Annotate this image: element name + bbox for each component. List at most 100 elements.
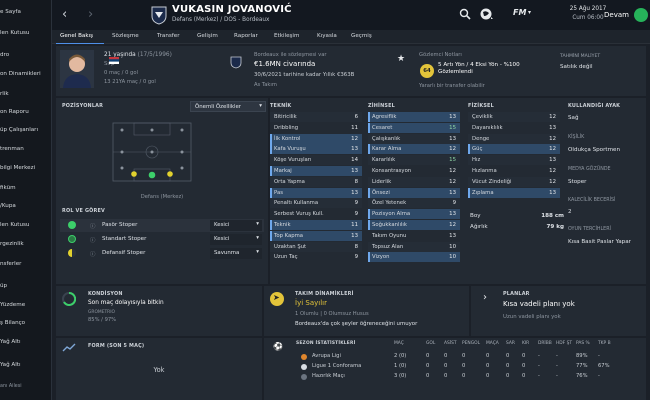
attribute-row[interactable]: Markaj 13 bbox=[270, 166, 362, 176]
sidebar-item[interactable]: len Kutusu bbox=[0, 30, 29, 36]
season-column-header[interactable]: SAR bbox=[506, 341, 515, 346]
attribute-row[interactable]: Çalışkanlık 13 bbox=[368, 133, 460, 144]
attribute-row[interactable]: Hız 13 bbox=[468, 155, 560, 166]
sidebar-item[interactable]: dro bbox=[0, 52, 9, 58]
sidebar-item[interactable]: nsferler bbox=[0, 261, 21, 267]
tab-compare[interactable]: Kıyasla bbox=[317, 33, 337, 39]
competition-name[interactable]: Ligue 1 Conforama bbox=[312, 363, 361, 369]
forward-arrow-icon[interactable]: › bbox=[88, 7, 93, 22]
form-header[interactable]: FORM (SON 5 MAÇ) bbox=[88, 343, 144, 349]
fm-logo[interactable]: FM bbox=[513, 8, 526, 17]
tab-interaction[interactable]: Etkileşim bbox=[274, 33, 299, 39]
season-column-header[interactable]: TKP B bbox=[598, 341, 611, 346]
duty-dropdown[interactable]: Kesici ▾ bbox=[210, 234, 262, 245]
attribute-row[interactable]: Uzun Taç 9 bbox=[270, 252, 362, 262]
role-row[interactable]: ⓘ Pasör Stoper Kesici ▾ bbox=[60, 219, 264, 232]
role-row[interactable]: ⓘ Defansif Stoper Savunma ▾ bbox=[60, 247, 264, 260]
sidebar-item[interactable]: anı Ailesi bbox=[0, 384, 22, 389]
sidebar-item[interactable]: rlik bbox=[0, 91, 9, 97]
season-column-header[interactable]: MAÇ bbox=[394, 341, 404, 346]
attribute-row[interactable]: Konsantrasyon 12 bbox=[368, 166, 460, 176]
attribute-row[interactable]: Vizyon 10 bbox=[368, 252, 460, 263]
tab-development[interactable]: Gelişim bbox=[197, 33, 218, 39]
sidebar-item[interactable]: ş Bilanço bbox=[0, 320, 25, 326]
attribute-row[interactable]: Cesaret 15 bbox=[368, 122, 460, 133]
attribute-row[interactable]: Zıplama 13 bbox=[468, 187, 560, 198]
season-stat-cell: 1 (0) bbox=[394, 363, 407, 369]
sidebar-item[interactable]: üp Çalışanları bbox=[0, 127, 38, 133]
attribute-row[interactable]: İlk Kontrol 12 bbox=[270, 133, 362, 144]
sidebar-item[interactable]: rgezinlik bbox=[0, 241, 24, 247]
attribute-row[interactable]: Çeviklik 12 bbox=[468, 112, 560, 122]
attribute-row[interactable]: Özel Yetenek 9 bbox=[368, 198, 460, 209]
attribute-row[interactable]: Köşe Vuruşları 14 bbox=[270, 155, 362, 166]
attribute-row[interactable]: Takım Oyunu 13 bbox=[368, 231, 460, 241]
attribute-row[interactable]: Pozisyon Alma 13 bbox=[368, 209, 460, 220]
competition-name[interactable]: Avrupa Ligi bbox=[312, 353, 341, 359]
tab-reports[interactable]: Raporlar bbox=[234, 33, 258, 39]
attribute-row[interactable]: Bitiricilik 6 bbox=[270, 112, 362, 122]
season-column-header[interactable]: MAÇA bbox=[486, 341, 499, 346]
season-column-header[interactable]: PAS % bbox=[576, 341, 590, 346]
attribute-row[interactable]: Güç 12 bbox=[468, 144, 560, 155]
attribute-row[interactable]: Vücut Zindeliği 12 bbox=[468, 176, 560, 187]
attribute-row[interactable]: Dayanıklılık 13 bbox=[468, 123, 560, 133]
sidebar-item[interactable]: len Kutusu bbox=[0, 222, 29, 228]
season-column-header[interactable]: KIR bbox=[522, 341, 529, 346]
continue-button[interactable]: Devam bbox=[596, 6, 650, 24]
role-row[interactable]: ⓘ Standart Stoper Kesici ▾ bbox=[60, 233, 264, 246]
plans-header[interactable]: PLANLAR bbox=[503, 291, 530, 297]
competition-icon bbox=[301, 364, 307, 370]
attribute-row[interactable]: Denge 12 bbox=[468, 133, 560, 144]
season-column-header[interactable]: HDF ŞT bbox=[556, 341, 572, 346]
attribute-row[interactable]: Liderlik 12 bbox=[368, 176, 460, 187]
attribute-row[interactable]: Uzaktan Şut 8 bbox=[270, 241, 362, 252]
sidebar-item[interactable]: on Raporu bbox=[0, 109, 29, 115]
world-icon[interactable] bbox=[480, 8, 494, 20]
attribute-row[interactable]: Teknik 11 bbox=[270, 220, 362, 230]
competition-name[interactable]: Hazırlık Maçı bbox=[312, 373, 345, 379]
sidebar-item[interactable]: Yağ Altı bbox=[0, 362, 21, 368]
season-column-header[interactable]: GOL bbox=[426, 341, 435, 346]
sidebar-item[interactable]: on Dinamikleri bbox=[0, 71, 41, 77]
sidebar-item[interactable]: Yağ Altı bbox=[0, 339, 21, 345]
attribute-row[interactable]: Kararlılık 15 bbox=[368, 155, 460, 166]
tab-contract[interactable]: Sözleşme bbox=[112, 33, 139, 39]
tab-overview[interactable]: Genel Bakış bbox=[60, 33, 93, 39]
duty-dropdown[interactable]: Savunma ▾ bbox=[210, 248, 262, 259]
search-icon[interactable] bbox=[459, 8, 471, 20]
attribute-row[interactable]: Hızlanma 12 bbox=[468, 166, 560, 176]
attribute-row[interactable]: Serbest Vuruş Kull. 9 bbox=[270, 209, 362, 219]
dynamics-header[interactable]: TAKIM DİNAMİKLERİ bbox=[295, 291, 354, 297]
attribute-row[interactable]: Topsuz Alan 10 bbox=[368, 241, 460, 252]
sidebar-item[interactable]: bilgi Merkezi bbox=[0, 165, 35, 171]
attribute-row[interactable]: Penaltı Kullanma 9 bbox=[270, 198, 362, 209]
scout-header: Gözlemci Notları bbox=[419, 52, 462, 58]
sidebar-item[interactable]: fiküm bbox=[0, 185, 16, 191]
sidebar-item[interactable]: üp bbox=[0, 283, 7, 289]
attribute-row[interactable]: Agresiflik 13 bbox=[368, 112, 460, 122]
season-column-header[interactable]: DRİBB bbox=[538, 341, 552, 346]
season-header[interactable]: SEZON İSTATİSTİKLERİ bbox=[296, 341, 355, 346]
attributes-dropdown[interactable]: Önemli Özellikler ▾ bbox=[190, 101, 266, 112]
duty-dropdown[interactable]: Kesici ▾ bbox=[210, 220, 262, 231]
attribute-row[interactable]: Kafa Vuruşu 13 bbox=[270, 144, 362, 155]
back-arrow-icon[interactable]: ‹ bbox=[62, 7, 67, 22]
attribute-row[interactable]: Soğukkanlılık 12 bbox=[368, 220, 460, 230]
attribute-row[interactable]: Orta Yapma 8 bbox=[270, 176, 362, 187]
sidebar-item[interactable]: e Sayfa bbox=[0, 9, 21, 15]
sidebar-item[interactable]: /Kupa bbox=[0, 203, 16, 209]
tab-transfer[interactable]: Transfer bbox=[157, 33, 180, 39]
chevron-down-icon[interactable]: ▾ bbox=[528, 9, 531, 16]
season-column-header[interactable]: ASİST bbox=[444, 341, 457, 346]
attribute-row[interactable]: Top Kapma 13 bbox=[270, 230, 362, 241]
attribute-row[interactable]: Pas 13 bbox=[270, 187, 362, 198]
positions-header[interactable]: POZİSYONLAR bbox=[62, 103, 103, 109]
sidebar-item[interactable]: Yüzdeme bbox=[0, 302, 25, 308]
attribute-row[interactable]: Karar Alma 12 bbox=[368, 144, 460, 155]
attribute-row[interactable]: Dribbling 11 bbox=[270, 123, 362, 133]
sidebar-item[interactable]: trenman bbox=[0, 146, 24, 152]
season-column-header[interactable]: PENGOL bbox=[462, 341, 480, 346]
attribute-row[interactable]: Önsezi 13 bbox=[368, 187, 460, 198]
tab-history[interactable]: Geçmiş bbox=[351, 33, 372, 39]
